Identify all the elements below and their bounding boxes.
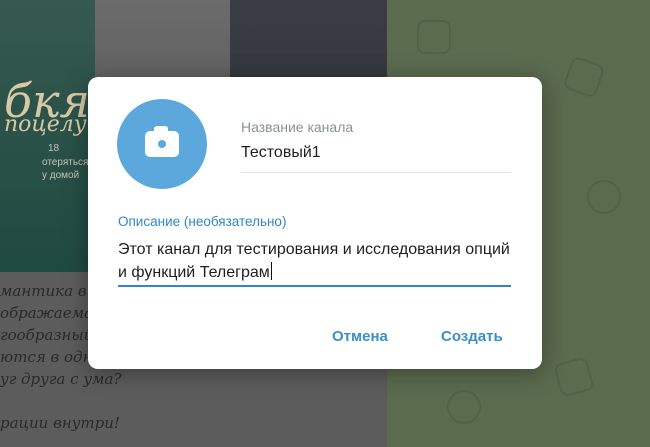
wallpaper-doodle bbox=[417, 20, 451, 54]
create-button[interactable]: Создать bbox=[441, 328, 503, 345]
channel-name-underline bbox=[241, 172, 511, 173]
book-subtitle-title: поцелуй bbox=[4, 112, 101, 137]
wallpaper-doodle bbox=[553, 356, 595, 398]
wallpaper-doodle bbox=[447, 390, 481, 424]
channel-photo-button[interactable] bbox=[117, 99, 207, 189]
cancel-button[interactable]: Отмена bbox=[332, 328, 388, 345]
description-label: Описание (необязательно) bbox=[118, 214, 287, 229]
post-line: уг друга с ума? bbox=[0, 370, 122, 388]
description-underline bbox=[118, 285, 511, 287]
description-input[interactable]: Этот канал для тестирования и исследован… bbox=[118, 238, 518, 284]
text-caret bbox=[270, 262, 272, 280]
post-line: рации внутри! bbox=[0, 414, 120, 432]
book-number: 18 bbox=[48, 143, 60, 154]
post-line bbox=[0, 390, 387, 412]
wallpaper-doodle bbox=[562, 55, 606, 99]
wallpaper-doodle bbox=[587, 180, 621, 214]
description-text: Этот канал для тестирования и исследован… bbox=[118, 241, 510, 281]
channel-name-label: Название канала bbox=[241, 119, 354, 135]
camera-icon bbox=[145, 126, 179, 157]
channel-name-input[interactable]: Тестовый1 bbox=[241, 144, 321, 162]
create-channel-dialog: Название канала Тестовый1 Описание (необ… bbox=[88, 77, 542, 369]
